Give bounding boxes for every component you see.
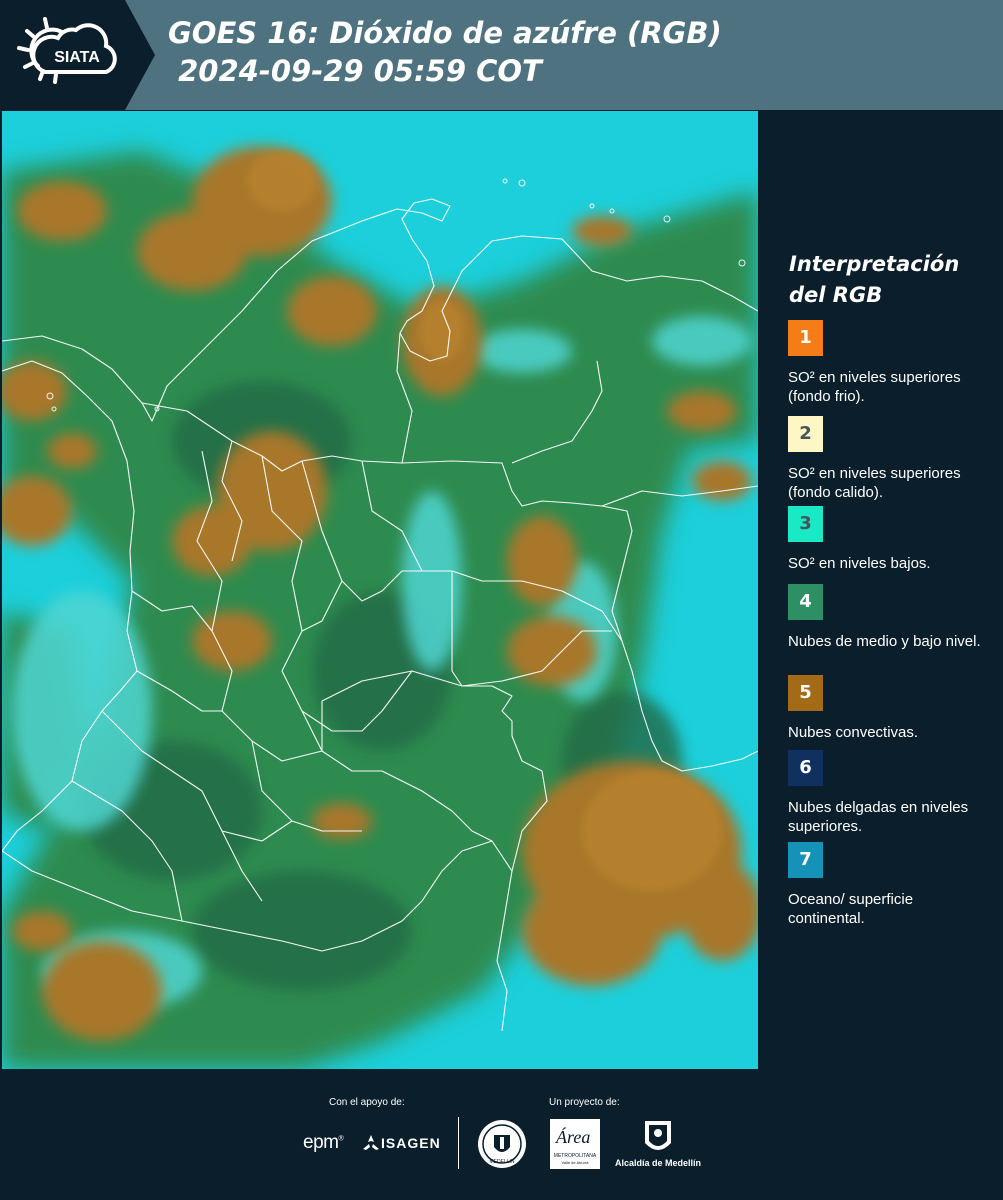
support-label: Con el apoyo de: [329,1097,405,1108]
legend-label-1: SO² en niveles superiores (fondo frio). [788,369,961,405]
legend-swatch-4: 4 [788,584,823,620]
legend-label-2: SO² en niveles superiores (fondo calido)… [788,465,961,501]
legend-swatch-7: 7 [788,842,823,878]
siata-logo[interactable]: SIATA [0,0,155,110]
legend-label-6: Nubes delgadas en niveles superiores. [788,799,969,835]
legend-swatch-3: 3 [788,506,823,542]
legend-label-7: Oceano/ superficie continental. [788,891,914,927]
isagen-mark-icon [363,1135,379,1150]
isagen-logo-text: ISAGEN [381,1135,441,1151]
alcaldia-medellin-logo[interactable]: Alcaldía de Medellín [612,1119,704,1171]
project-label: Un proyecto de: [549,1097,620,1108]
siata-logo-text: SIATA [54,49,100,66]
footer-bar: Con el apoyo de: Un proyecto de: epm® IS… [0,1069,1003,1200]
legend-title: Interpretación del RGB [789,252,960,307]
medellin-seal-logo[interactable]: MEDELLIN [477,1119,527,1169]
legend-swatch-2: 2 [788,416,823,452]
legend-label-5: Nubes convectivas. [788,724,919,741]
area-logo-subtext-2: Valle de Aburrá [561,1160,589,1165]
legend-swatch-5: 5 [788,675,823,711]
legend-label-3: SO² en niveles bajos. [788,555,931,572]
legend-panel: Interpretación del RGB 1 SO² en niveles … [762,111,1003,1069]
area-metropolitana-logo[interactable]: Área METROPOLITANA Valle de Aburrá [550,1119,600,1169]
satellite-map[interactable] [2,111,758,1069]
medellin-seal-text: MEDELLIN [489,1159,514,1165]
epm-logo-text: epm [303,1132,339,1153]
legend-label-4: Nubes de medio y bajo nivel. [788,633,981,650]
header-bar: SIATA GOES 16: Dióxido de azúfre (RGB) 2… [0,0,1003,110]
epm-logo[interactable]: epm® [303,1132,344,1154]
area-logo-subtext: METROPOLITANA [553,1153,597,1159]
alcaldia-shield-icon [645,1121,671,1150]
footer-divider [458,1117,459,1169]
page-title: GOES 16: Dióxido de azúfre (RGB) 2024-09… [168,16,722,88]
legend-swatch-1: 1 [788,320,823,356]
area-logo-text: Área [556,1127,591,1147]
alcaldia-label: Alcaldía de Medellín [614,1158,702,1168]
legend-swatch-6: 6 [788,750,823,786]
